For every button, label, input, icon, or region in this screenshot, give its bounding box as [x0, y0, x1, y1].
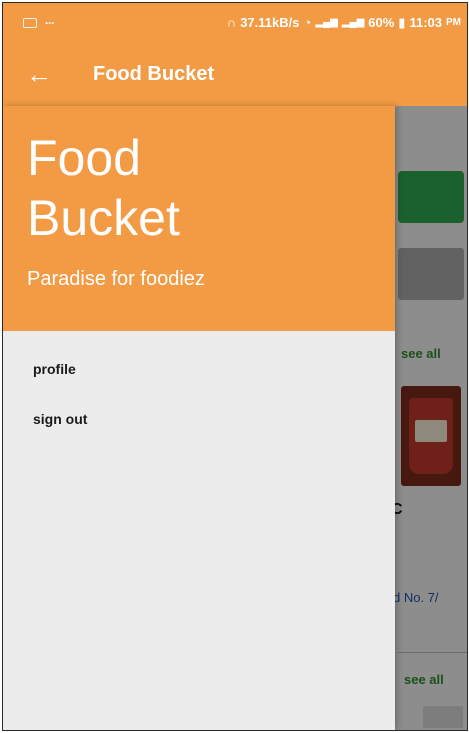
- drawer-menu: profile sign out: [3, 331, 395, 437]
- navigation-drawer: Food Bucket Paradise for foodiez profile…: [3, 106, 395, 730]
- app-title: Food Bucket: [93, 62, 215, 85]
- menu-item-profile[interactable]: profile: [3, 351, 395, 387]
- signal-icon: ▂▄▆: [315, 17, 338, 28]
- app-bar: ← Food Bucket: [3, 42, 467, 106]
- drawer-title: Food Bucket: [27, 130, 180, 246]
- drawer-header: Food Bucket Paradise for foodiez: [3, 106, 395, 331]
- wifi-icon: ◔: [303, 15, 312, 30]
- signal-icon-2: ▂▄▆: [341, 17, 365, 28]
- battery-icon: ▮: [398, 14, 406, 30]
- network-speed: 37.11kB/s: [240, 15, 300, 30]
- clock-time: 11:03: [409, 15, 442, 30]
- status-bar: ··· ∩ 37.11kB/s ◔ ▂▄▆ ▂▄▆ 60% ▮ 11:03 PM: [3, 3, 467, 42]
- notification-icon: [23, 17, 37, 28]
- headset-icon: ∩: [226, 15, 237, 30]
- menu-item-sign-out[interactable]: sign out: [3, 401, 395, 437]
- arrow-left-icon[interactable]: ←: [11, 61, 67, 87]
- phone-screen: ··· ∩ 37.11kB/s ◔ ▂▄▆ ▂▄▆ 60% ▮ 11:03 PM…: [2, 2, 468, 731]
- more-notifications-icon: ···: [45, 15, 55, 30]
- battery-percent: 60%: [368, 15, 395, 30]
- drawer-subtitle: Paradise for foodiez: [27, 268, 205, 290]
- status-right: ∩ 37.11kB/s ◔ ▂▄▆ ▂▄▆ 60% ▮ 11:03 PM: [227, 15, 461, 31]
- status-left-icons: ···: [23, 15, 55, 30]
- clock-suffix: PM: [446, 17, 461, 28]
